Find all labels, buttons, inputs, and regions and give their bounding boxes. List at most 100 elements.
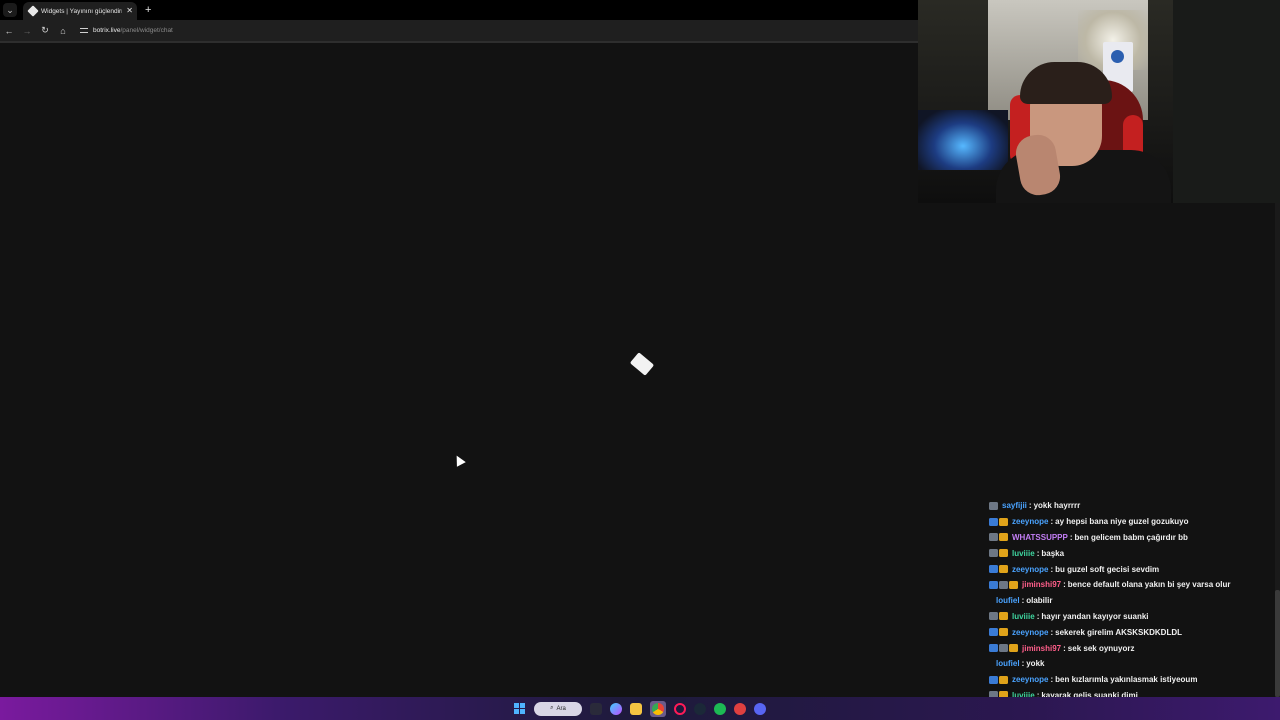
sub-badge-icon [989, 517, 998, 526]
chat-message: sayfijii: yokk hayrrrr [989, 498, 1274, 514]
taskbar-search-label: Ara [556, 705, 566, 712]
chat-badges [989, 628, 1008, 637]
chat-text: hayır yandan kayıyor suanki [1041, 611, 1149, 621]
chat-separator: : [1036, 548, 1040, 558]
reload-button[interactable]: ↻ [36, 25, 54, 36]
chat-text: olabilir [1026, 596, 1053, 606]
chat-text: bu guzel soft gecisi sevdim [1055, 564, 1160, 574]
chat-message: WHATSSUPPP: ben gelicem babm çağırdır bb [989, 530, 1274, 546]
vip-badge-icon [989, 612, 998, 621]
sub-badge-icon [989, 675, 998, 684]
chat-username[interactable]: zeeynope [1012, 517, 1048, 526]
chat-separator: : [1036, 611, 1040, 621]
webcam-person-hair [1020, 62, 1112, 104]
chat-badges [989, 565, 1008, 574]
chat-username[interactable]: jiminshi97 [1022, 580, 1061, 589]
gold-badge-icon [999, 549, 1008, 558]
vip-badge-icon [999, 644, 1008, 653]
address-bar[interactable]: botrix.live/panel/widget/chat [76, 23, 896, 38]
chat-message: jiminshi97: bence default olana yakın bi … [989, 577, 1274, 593]
chat-message: loufiel: yokk [989, 656, 1274, 672]
search-icon: ⌕ [550, 705, 554, 711]
chat-username[interactable]: zeeynope [1012, 628, 1048, 637]
chat-text: yokk [1026, 659, 1045, 669]
chat-separator: : [1069, 532, 1073, 542]
back-button[interactable]: ← [0, 26, 18, 36]
chat-separator: : [1063, 580, 1066, 590]
webcam-door [1173, 0, 1280, 203]
gold-badge-icon [999, 628, 1008, 637]
site-info-icon[interactable] [80, 27, 88, 34]
chat-username[interactable]: sayfijii [1002, 501, 1027, 510]
scrollbar-thumb[interactable] [1275, 590, 1280, 697]
chat-text: ay hepsi bana niye guzel gozukuyo [1055, 517, 1189, 527]
chat-text: bence default olana yakın bi şey varsa o… [1067, 580, 1231, 590]
chat-badges [989, 660, 992, 668]
vip-badge-icon [989, 533, 998, 542]
chat-badges [989, 612, 1008, 621]
vip-badge-icon [989, 549, 998, 558]
chat-text: ben gelicem babm çağırdır bb [1074, 532, 1188, 542]
gold-badge-icon [999, 517, 1008, 526]
discord-icon[interactable] [754, 702, 766, 715]
browser-tab[interactable]: Widgets | Yayınını güçlendirme... ✕ [23, 2, 137, 20]
chat-message: loufiel: olabilir [989, 593, 1274, 609]
chat-username[interactable]: zeeynope [1012, 565, 1048, 574]
tab-search-button[interactable]: ⌄ [3, 3, 17, 17]
spotify-icon[interactable] [714, 702, 726, 715]
chat-username[interactable]: loufiel [996, 659, 1020, 668]
chat-message: zeeynope: ay hepsi bana niye guzel gozuku… [989, 514, 1274, 530]
chat-separator: : [1050, 564, 1054, 574]
chat-message: luviiie: başka [989, 545, 1274, 561]
chat-text: sekerek girelim AKSKSKDKDLDL [1055, 627, 1182, 637]
taskbar: ⌕ Ara [0, 697, 1280, 720]
url-domain: botrix.live [93, 27, 121, 34]
chrome-taskbar-button[interactable] [650, 700, 666, 717]
steam-icon[interactable] [694, 702, 706, 715]
vip-badge-icon [999, 580, 1008, 589]
blank-badge-icon [989, 597, 992, 605]
chat-username[interactable]: loufiel [996, 596, 1020, 605]
new-tab-button[interactable]: + [145, 4, 151, 16]
chat-username[interactable]: jiminshi97 [1022, 644, 1061, 653]
gold-badge-icon [999, 533, 1008, 542]
gold-badge-icon [999, 612, 1008, 621]
chat-badges [989, 580, 1018, 589]
chat-message: zeeynope: sekerek girelim AKSKSKDKDLDL [989, 624, 1274, 640]
browser-toolbar: ← → ↻ ⌂ botrix.live/panel/widget/chat [0, 20, 920, 41]
close-tab-icon[interactable]: ✕ [126, 7, 133, 15]
chat-badges [989, 517, 1008, 526]
vip-badge-icon [989, 501, 998, 510]
home-button[interactable]: ⌂ [54, 26, 72, 36]
taskbar-search-box[interactable]: ⌕ Ara [534, 701, 582, 716]
chat-username[interactable]: WHATSSUPPP [1012, 533, 1068, 542]
url-path: /panel/widget/chat [120, 27, 173, 34]
opera-gx-icon[interactable] [674, 702, 686, 715]
forward-button[interactable]: → [18, 26, 36, 36]
browser-tab-bar: ⌄ Widgets | Yayınını güçlendirme... ✕ + [0, 0, 920, 20]
chat-username[interactable]: zeeynope [1012, 675, 1048, 684]
copilot-icon[interactable] [610, 702, 622, 715]
chat-username[interactable]: luviiie [1012, 612, 1035, 621]
task-view-icon[interactable] [590, 702, 602, 715]
chrome-icon [652, 702, 664, 715]
gold-badge-icon [999, 675, 1008, 684]
chat-badges [989, 644, 1018, 653]
webcam-overlay [918, 0, 1280, 203]
chat-badges [989, 675, 1008, 684]
browser-icon[interactable] [734, 702, 746, 715]
start-icon[interactable] [514, 702, 526, 715]
chat-username[interactable]: luviiie [1012, 549, 1035, 558]
webcam-sign-logo [1111, 50, 1124, 63]
gold-badge-icon [1009, 644, 1018, 653]
chat-badges [989, 597, 992, 605]
chat-badges [989, 501, 998, 510]
url-text: botrix.live/panel/widget/chat [93, 27, 173, 34]
botrix-favicon-icon [27, 5, 39, 17]
chat-badges [989, 533, 1008, 542]
chat-text: ben kızlarımla yakınlasmak istiyeoum [1055, 675, 1198, 685]
chat-text: başka [1041, 548, 1065, 558]
chat-message: zeeynope: bu guzel soft gecisi sevdim [989, 561, 1274, 577]
chat-separator: : [1050, 675, 1054, 685]
file-explorer-icon[interactable] [630, 702, 642, 715]
